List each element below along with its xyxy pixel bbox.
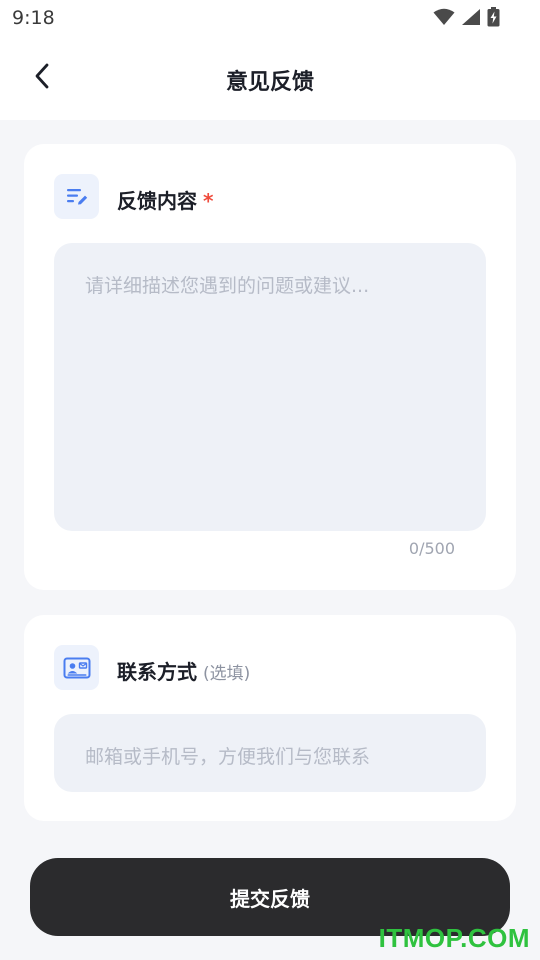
required-mark: * xyxy=(203,189,214,213)
contact-title-text: 联系方式 xyxy=(117,660,197,684)
contact-input[interactable]: 邮箱或手机号，方便我们与您联系 xyxy=(54,714,486,792)
edit-list-icon xyxy=(54,174,99,219)
status-bar: 9:18 xyxy=(0,0,540,36)
contact-section-title: 联系方式 (选填) xyxy=(117,656,250,685)
page-title: 意见反馈 xyxy=(225,70,314,95)
battery-charging-icon xyxy=(487,7,500,31)
status-icons xyxy=(433,7,500,31)
feedback-title-text: 反馈内容 xyxy=(117,189,197,213)
app-bar: 意见反馈 xyxy=(0,36,540,120)
feedback-card: 反馈内容 * 请详细描述您遇到的问题或建议... 0/500 xyxy=(24,144,516,590)
top-area: 9:18 意见反馈 xyxy=(0,0,540,120)
contact-card-icon xyxy=(54,645,99,690)
feedback-section-title: 反馈内容 * xyxy=(117,185,213,214)
contact-placeholder: 邮箱或手机号，方便我们与您联系 xyxy=(85,746,371,768)
watermark: ITMOP.COM xyxy=(378,923,530,953)
status-time: 9:18 xyxy=(12,7,55,29)
optional-note: (选填) xyxy=(203,664,251,684)
char-count: 0/500 xyxy=(408,539,455,558)
feedback-placeholder: 请详细描述您遇到的问题或建议... xyxy=(85,275,370,297)
signal-icon xyxy=(461,8,481,30)
submit-label: 提交反馈 xyxy=(230,886,310,911)
feedback-textarea[interactable]: 请详细描述您遇到的问题或建议... xyxy=(54,243,486,531)
contact-card: 联系方式 (选填) 邮箱或手机号，方便我们与您联系 xyxy=(24,615,516,821)
wifi-icon xyxy=(433,8,455,30)
